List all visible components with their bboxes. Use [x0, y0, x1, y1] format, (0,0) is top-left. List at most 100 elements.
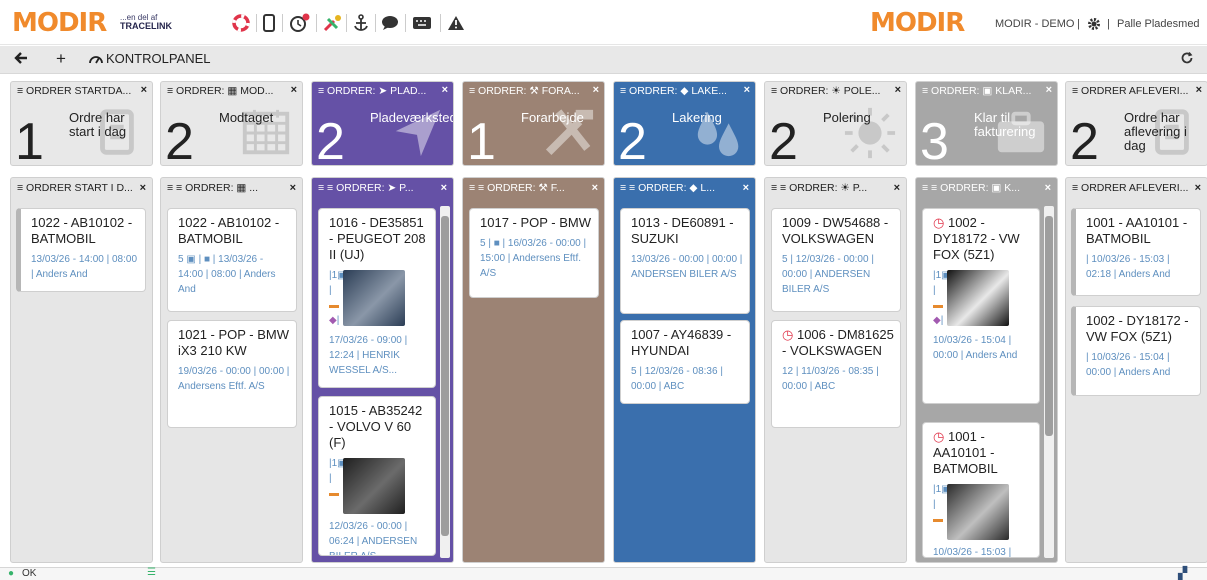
- card-title: 1007 - AY46839 - HYUNDAI: [631, 327, 732, 358]
- anchor-icon[interactable]: [353, 13, 369, 33]
- close-icon[interactable]: ×: [1196, 84, 1202, 96]
- close-icon[interactable]: ×: [1045, 182, 1051, 194]
- column-header: ≡ ORDRER AFLEVERI...: [1072, 182, 1189, 194]
- status-bar: ● OK ☰ ▞: [0, 566, 1207, 580]
- list-icon[interactable]: ☰: [147, 567, 156, 578]
- logo-right: MODIR: [870, 8, 965, 38]
- tile-header: ≡ ORDRER: ◆ LAKE...: [620, 85, 727, 97]
- close-icon[interactable]: ×: [141, 84, 147, 96]
- close-icon[interactable]: ×: [895, 84, 901, 96]
- vehicle-photo[interactable]: [947, 270, 1009, 326]
- card-title: 1016 - DE35851 - PEUGEOT 208 II (UJ): [329, 215, 426, 262]
- order-card[interactable]: 1016 - DE35851 - PEUGEOT 208 II (UJ) |1▣ |…: [318, 208, 436, 388]
- tile-8[interactable]: ≡ ORDRER AFLEVERI... × 2 Ordre har afleveri…: [1065, 81, 1207, 166]
- order-card[interactable]: 1017 - POP - BMW 5 | ■ | 16/03/26 - 00:00…: [469, 208, 599, 298]
- refresh-icon[interactable]: [1180, 51, 1194, 68]
- card-meta: 13/03/26 - 00:00 | 00:00 | ANDERSEN BILE…: [631, 254, 743, 280]
- keyboard-icon[interactable]: [412, 13, 432, 33]
- tile-5[interactable]: ≡ ORDRER: ◆ LAKE... × 2 Lakering: [613, 81, 756, 166]
- order-card[interactable]: 1022 - AB10102 - BATMOBIL 5 ▣ | ■ | 13/03…: [167, 208, 297, 312]
- order-card[interactable]: 1001 - AA10101 - BATMOBIL | 10/03/26 - 15…: [1071, 208, 1201, 296]
- clock-icon[interactable]: [289, 13, 311, 33]
- order-card[interactable]: 1021 - POP - BMW iX3 210 KW 19/03/26 - 00…: [167, 320, 297, 428]
- close-icon[interactable]: ×: [593, 84, 599, 96]
- tile-count: 2: [165, 113, 194, 166]
- tile-1[interactable]: ≡ ORDRER STARTDA... × 1 Ordre har start i d…: [10, 81, 153, 166]
- status-text: OK: [22, 568, 37, 579]
- tile-6[interactable]: ≡ ORDRER: ☀ POLE... × 2 Polering: [764, 81, 907, 166]
- card-flags: |1▣ |▬: [329, 458, 347, 499]
- close-icon[interactable]: ×: [291, 84, 297, 96]
- card-title: 1021 - POP - BMW iX3 210 KW: [178, 327, 290, 358]
- tools-icon[interactable]: [322, 13, 344, 33]
- tile-header: ≡ ORDRER STARTDA...: [17, 85, 132, 97]
- phone-icon[interactable]: [263, 13, 275, 33]
- order-card[interactable]: 1022 - AB10102 - BATMOBIL 13/03/26 - 14:0…: [16, 208, 146, 292]
- logo-tagline: ...en del af TRACELINK: [120, 13, 172, 31]
- close-icon[interactable]: ×: [592, 182, 598, 194]
- scrollbar[interactable]: [440, 206, 450, 558]
- card-meta: 12/03/26 - 00:00 | 06:24 | ANDERSEN BILE…: [329, 521, 418, 555]
- close-icon[interactable]: ×: [441, 182, 447, 194]
- tile-3[interactable]: ≡ ORDRER: ➤ PLAD... × 2 Pladeværksted: [311, 81, 454, 166]
- warning-icon[interactable]: [447, 13, 465, 33]
- close-icon[interactable]: ×: [442, 84, 448, 96]
- card-title: 1022 - AB10102 - BATMOBIL: [178, 215, 280, 246]
- column-header: ≡ ≡ ORDRER: ➤ P...: [318, 182, 414, 194]
- tile-4[interactable]: ≡ ORDRER: ⚒ FORA... × 1 Forarbejde: [462, 81, 605, 166]
- order-card[interactable]: 1015 - AB35242 - VOLVO V 60 (F) |1▣ |▬ 12/0…: [318, 396, 436, 556]
- vehicle-photo[interactable]: [343, 458, 405, 514]
- chat-icon[interactable]: [381, 13, 399, 33]
- column-header: ≡ ≡ ORDRER: ◆ L...: [620, 182, 716, 194]
- card-meta: 17/03/26 - 09:00 | 12:24 | HENRIK WESSEL…: [329, 335, 408, 376]
- vehicle-photo[interactable]: [947, 484, 1009, 540]
- order-card[interactable]: 1013 - DE60891 - SUZUKI 13/03/26 - 00:00 …: [620, 208, 750, 314]
- scrollbar[interactable]: [1044, 206, 1054, 558]
- card-title: 1022 - AB10102 - BATMOBIL: [31, 215, 133, 246]
- tile-label: Ordre har aflevering i dag: [1124, 110, 1187, 153]
- card-title: 1001 - AA10101 - BATMOBIL: [1086, 215, 1188, 246]
- order-card[interactable]: 1002 - DY18172 - VW FOX (5Z1) | 10/03/26 …: [1071, 306, 1201, 396]
- order-card[interactable]: ◷ 1002 - DY18172 - VW FOX (5Z1) |1▣ |▬ ◆| 10…: [922, 208, 1040, 404]
- card-title: 1015 - AB35242 - VOLVO V 60 (F): [329, 403, 423, 450]
- lifebuoy-icon[interactable]: [232, 13, 250, 33]
- close-icon[interactable]: ×: [140, 182, 146, 194]
- vehicle-photo[interactable]: [343, 270, 405, 326]
- close-icon[interactable]: ×: [1046, 84, 1052, 96]
- column-header: ≡ ORDRER START I D...: [17, 182, 133, 194]
- windows-icon[interactable]: ▞: [1178, 566, 1187, 580]
- tag-icon: ◆: [329, 315, 337, 326]
- column-5: ≡ ≡ ORDRER: ◆ L... × 1013 - DE60891 - SUZU…: [613, 177, 756, 563]
- card-meta: | 10/03/26 - 15:03 | 02:18 | Anders And: [1086, 254, 1171, 280]
- order-card[interactable]: ◷ 1001 - AA10101 - BATMOBIL |1▣ |▬ 10/03/26…: [922, 422, 1040, 558]
- back-icon[interactable]: [14, 51, 28, 68]
- card-meta: 13/03/26 - 14:00 | 08:00 | Anders And: [31, 254, 138, 280]
- gauge-icon[interactable]: [88, 52, 104, 67]
- user-name[interactable]: Palle Pladesmed: [1117, 18, 1200, 30]
- close-icon[interactable]: ×: [743, 182, 749, 194]
- tile-7[interactable]: ≡ ORDRER: ▣ KLAR... × 3 Klar til fakturerin…: [915, 81, 1058, 166]
- close-icon[interactable]: ×: [744, 84, 750, 96]
- car-icon: ▬: [329, 488, 339, 499]
- scrollbar-thumb[interactable]: [1045, 216, 1053, 436]
- close-icon[interactable]: ×: [290, 182, 296, 194]
- scrollbar-thumb[interactable]: [441, 216, 449, 536]
- order-card[interactable]: 1009 - DW54688 - VOLKSWAGEN 5 | 12/03/26 …: [771, 208, 901, 312]
- gear-icon[interactable]: [1087, 14, 1101, 34]
- close-icon[interactable]: ×: [894, 182, 900, 194]
- tile-2[interactable]: ≡ ORDRER: ▦ MOD... × 2 Modtaget: [160, 81, 303, 166]
- close-icon[interactable]: ×: [1195, 182, 1201, 194]
- card-meta: 5 | ■ | 16/03/26 - 00:00 | 15:00 | Ander…: [480, 238, 587, 279]
- account-name[interactable]: MODIR - DEMO: [995, 18, 1074, 30]
- card-title: 1017 - POP - BMW: [480, 215, 592, 230]
- logo[interactable]: MODIR: [12, 8, 107, 38]
- order-card[interactable]: ◷ 1006 - DM81625 - VOLKSWAGEN 12 | 11/03/…: [771, 320, 901, 428]
- page-title: KONTROLPANEL: [106, 51, 211, 66]
- card-title: ◷ 1006 - DM81625 - VOLKSWAGEN: [782, 327, 894, 358]
- plus-icon[interactable]: +: [56, 49, 66, 69]
- tile-header: ≡ ORDRER AFLEVERI...: [1072, 85, 1189, 97]
- card-meta: 5 ▣ | ■ | 13/03/26 - 14:00 | 08:00 | And…: [178, 254, 276, 295]
- card-meta: 5 | 12/03/26 - 00:00 | 00:00 | ANDERSEN …: [782, 254, 874, 295]
- tile-count: 1: [15, 113, 44, 166]
- order-card[interactable]: 1007 - AY46839 - HYUNDAI 5 | 12/03/26 - 0…: [620, 320, 750, 404]
